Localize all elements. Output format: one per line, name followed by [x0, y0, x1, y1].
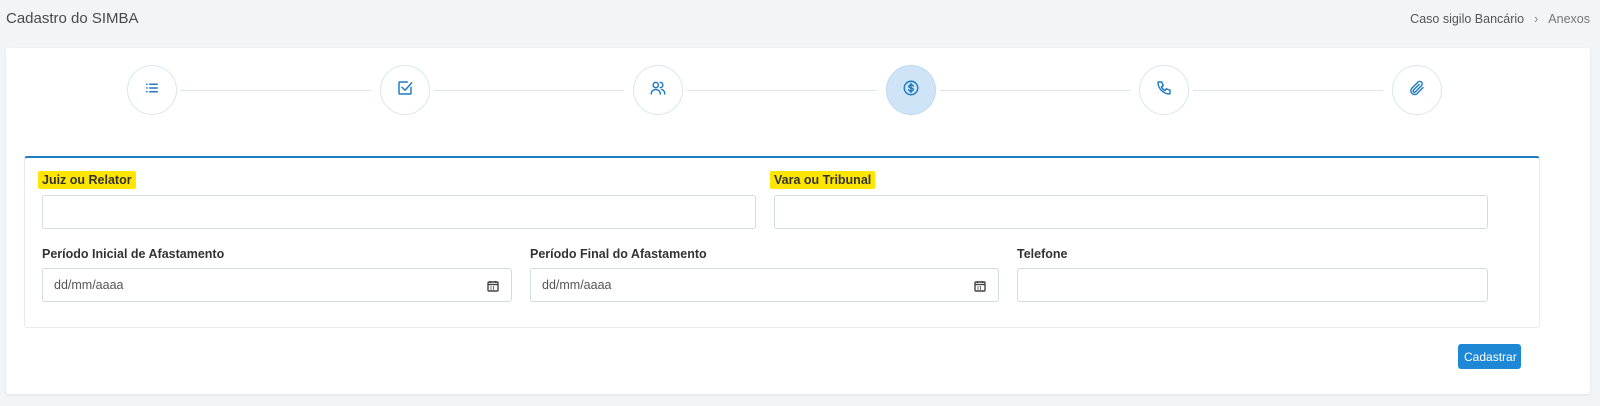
juiz-input[interactable]	[42, 195, 756, 229]
step-list[interactable]	[127, 65, 177, 115]
periodo-final-placeholder: dd/mm/aaaa	[542, 278, 612, 292]
step-checkbox[interactable]	[380, 65, 430, 115]
step-financial[interactable]	[886, 65, 936, 115]
vara-input[interactable]	[774, 195, 1488, 229]
periodo-inicial-input[interactable]: dd/mm/aaaa	[42, 268, 512, 302]
phone-icon	[1155, 79, 1173, 102]
form-section: Juiz ou Relator Vara ou Tribunal Período…	[24, 156, 1540, 328]
step-connector	[687, 90, 877, 91]
telefone-label: Telefone	[1017, 247, 1068, 261]
page-title: Cadastro do SIMBA	[6, 10, 139, 27]
periodo-final-input[interactable]: dd/mm/aaaa	[530, 268, 999, 302]
telefone-input[interactable]	[1017, 268, 1488, 302]
stepper	[6, 65, 1590, 117]
checkbox-icon	[396, 79, 414, 102]
periodo-final-label: Período Final do Afastamento	[530, 247, 707, 261]
step-attachments[interactable]	[1392, 65, 1442, 115]
paperclip-icon	[1408, 79, 1426, 102]
calendar-icon[interactable]	[487, 279, 499, 292]
breadcrumb: Caso sigilo Bancário › Anexos	[1410, 12, 1590, 26]
breadcrumb-item-caso[interactable]: Caso sigilo Bancário	[1410, 12, 1524, 26]
main-card: Juiz ou Relator Vara ou Tribunal Período…	[6, 48, 1590, 394]
calendar-icon[interactable]	[974, 279, 986, 292]
vara-label: Vara ou Tribunal	[770, 171, 876, 189]
dollar-circle-icon	[902, 79, 920, 102]
juiz-label: Juiz ou Relator	[38, 171, 136, 189]
step-users[interactable]	[633, 65, 683, 115]
step-connector	[940, 90, 1130, 91]
periodo-inicial-label: Período Inicial de Afastamento	[42, 247, 225, 261]
step-connector	[434, 90, 624, 91]
breadcrumb-separator: ›	[1534, 12, 1539, 26]
step-connector	[1193, 90, 1383, 91]
step-connector	[181, 90, 371, 91]
breadcrumb-item-anexos: Anexos	[1548, 12, 1590, 26]
users-icon	[649, 79, 667, 102]
step-phone[interactable]	[1139, 65, 1189, 115]
periodo-inicial-placeholder: dd/mm/aaaa	[54, 278, 124, 292]
cadastrar-button[interactable]: Cadastrar	[1458, 344, 1521, 369]
list-icon	[143, 79, 161, 102]
